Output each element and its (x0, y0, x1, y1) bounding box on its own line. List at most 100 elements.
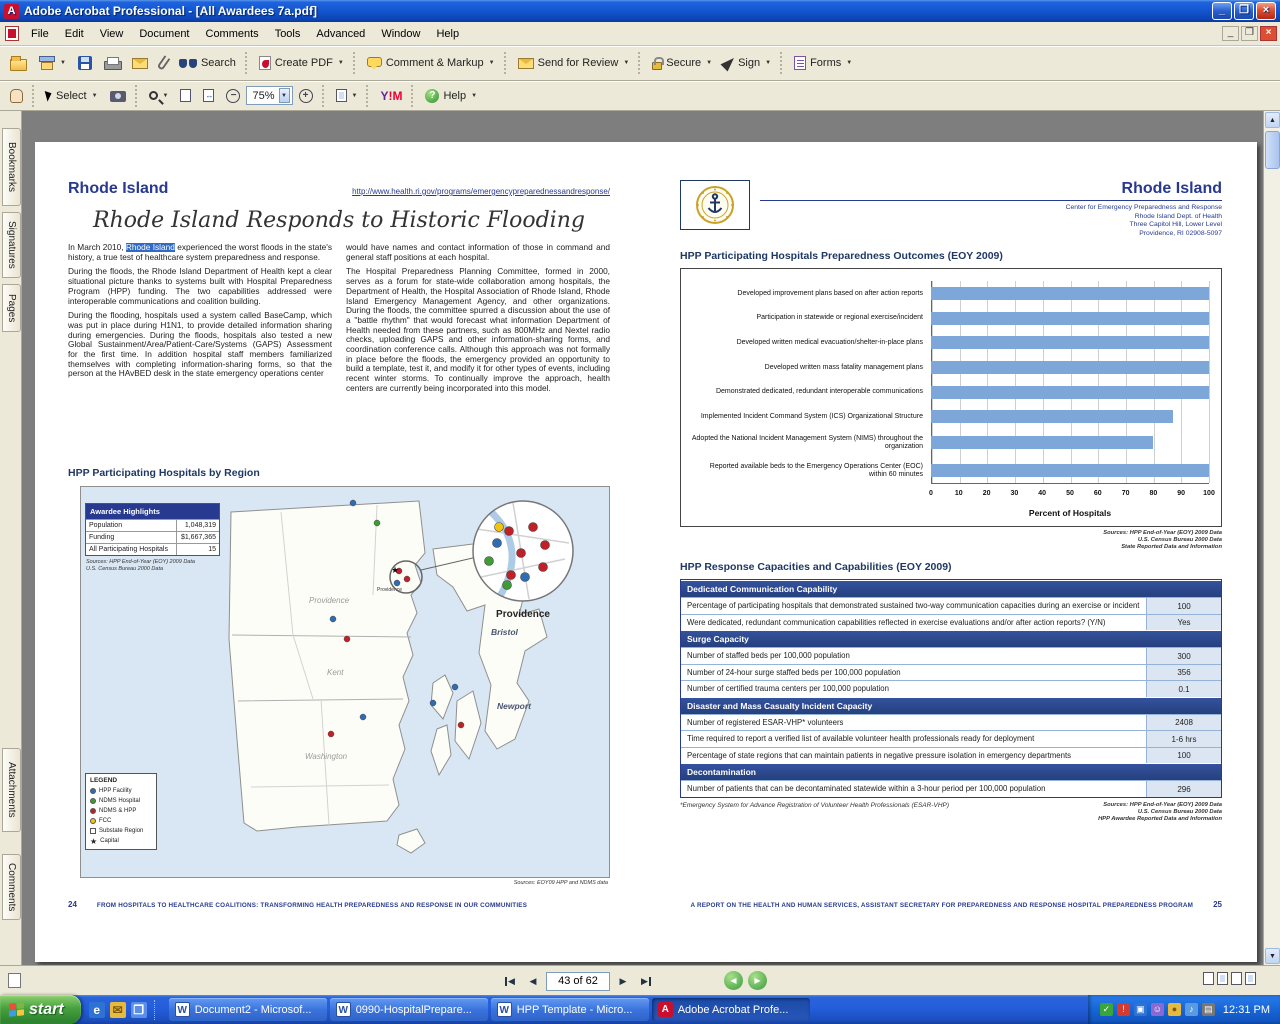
start-button[interactable]: start (0, 995, 81, 1024)
actual-size-button[interactable] (174, 85, 197, 106)
menu-comments[interactable]: Comments (198, 24, 267, 44)
help-button[interactable]: ?Help▼ (419, 85, 483, 107)
sidebar-tab-pages[interactable]: Pages (2, 284, 21, 332)
previous-page-button[interactable]: ◀ (523, 971, 543, 991)
secure-button[interactable]: Secure▼ (646, 53, 718, 74)
quicklaunch-ie-icon[interactable]: e (89, 1002, 105, 1018)
article-column-1: In March 2010, Rhode Island experienced … (68, 243, 332, 455)
chart-rows: Developed improvement plans based on aft… (691, 281, 1209, 484)
menu-window[interactable]: Window (373, 24, 428, 44)
workspace: Bookmarks Signatures Pages Attachments Comme… (0, 111, 1280, 965)
next-view-button[interactable]: ▶ (748, 971, 767, 990)
snapshot-button[interactable] (104, 85, 132, 106)
menu-items: FileEditViewDocumentCommentsToolsAdvance… (23, 24, 1222, 44)
taskbar-window[interactable]: W0990-HospitalPrepare... (330, 998, 488, 1021)
comment-markup-button[interactable]: Comment & Markup▼ (361, 53, 501, 73)
table-row: Percentage of state regions that can mai… (681, 747, 1221, 764)
zoom-level-combo[interactable]: 75% ▼ (246, 86, 292, 105)
table-row-value: 0.1 (1146, 681, 1221, 697)
tray-icon-volume[interactable]: ♪ (1185, 1003, 1198, 1016)
email-button[interactable] (126, 54, 154, 73)
taskbar-window[interactable]: AAdobe Acrobat Profe... (652, 998, 810, 1021)
pdf-document-icon[interactable] (5, 26, 19, 41)
tray-icon-shield[interactable]: ✓ (1100, 1003, 1113, 1016)
menu-help[interactable]: Help (428, 24, 467, 44)
taskbar-window[interactable]: WHPP Template - Micro... (491, 998, 649, 1021)
table-row-value: 100 (1146, 748, 1221, 764)
scrollbar-thumb[interactable] (1265, 131, 1280, 169)
zoom-in-button[interactable]: + (293, 85, 319, 107)
continuous-facing-button[interactable] (1245, 972, 1256, 985)
search-button[interactable]: Search (173, 53, 242, 73)
quicklaunch-mail-icon[interactable]: ✉ (110, 1002, 126, 1018)
facing-pages-button[interactable] (1231, 972, 1242, 985)
tray-icon-update[interactable]: ● (1168, 1003, 1181, 1016)
mdi-minimize-button[interactable]: _ (1222, 26, 1239, 41)
sidebar-tab-bookmarks[interactable]: Bookmarks (2, 128, 21, 206)
zoom-tool-button[interactable]: ▼ (143, 87, 175, 104)
menu-advanced[interactable]: Advanced (308, 24, 373, 44)
menu-tools[interactable]: Tools (267, 24, 309, 44)
yahoo-messenger-button[interactable]: Y!M (374, 85, 408, 107)
health-dept-url-link[interactable]: http://www.health.ri.gov/programs/emerge… (168, 187, 610, 198)
tray-icon-network[interactable]: ▣ (1134, 1003, 1147, 1016)
send-for-review-button[interactable]: Send for Review▼ (512, 53, 636, 73)
menu-file[interactable]: File (23, 24, 57, 44)
quick-launch: e ✉ ❐ (81, 995, 166, 1024)
mdi-close-button[interactable]: × (1260, 26, 1277, 41)
taskbar-window[interactable]: WDocument2 - Microsof... (169, 998, 327, 1021)
magnifier-icon (149, 91, 158, 100)
open-button[interactable] (4, 52, 33, 75)
awardee-row: Population1,048,319 (86, 519, 219, 531)
zoom-dropdown-icon[interactable]: ▼ (279, 88, 290, 103)
vertical-scrollbar[interactable]: ▲ ▼ (1263, 111, 1280, 965)
quicklaunch-show-desktop-icon[interactable]: ❐ (131, 1002, 147, 1018)
menu-document[interactable]: Document (131, 24, 197, 44)
save-button[interactable] (72, 52, 98, 74)
awardee-highlights-box: Awardee Highlights Population1,048,319Fu… (85, 503, 220, 556)
create-pdf-button[interactable]: Create PDF▼ (253, 52, 350, 74)
tray-icon-alert[interactable]: ! (1117, 1003, 1130, 1016)
page-indicator[interactable]: 43 of 62 (546, 972, 610, 991)
zoom-out-button[interactable]: − (220, 85, 246, 107)
menu-edit[interactable]: Edit (57, 24, 92, 44)
page-number: 24 (68, 900, 77, 909)
print-button[interactable] (98, 53, 126, 74)
article-body: In March 2010, Rhode Island experienced … (68, 243, 610, 455)
menu-view[interactable]: View (92, 24, 132, 44)
organizer-button[interactable]: ▼ (33, 52, 72, 74)
scroll-up-button[interactable]: ▲ (1265, 112, 1280, 128)
minimize-button[interactable]: _ (1212, 2, 1232, 20)
header-rule (760, 200, 1222, 201)
fit-width-button[interactable] (197, 85, 220, 106)
restore-button[interactable]: ❐ (1234, 2, 1254, 20)
capacities-table-heading: HPP Response Capacities and Capabilities… (680, 561, 1222, 573)
select-tool-button[interactable]: Select▼ (40, 86, 104, 106)
tray-icon-display[interactable]: ▤ (1202, 1003, 1215, 1016)
chart-heading: HPP Participating Hospitals Preparedness… (680, 250, 1222, 262)
chart-x-axis-label: Percent of Hospitals (931, 508, 1209, 518)
attach-button[interactable] (154, 52, 173, 74)
chart-tick-label: 100 (1203, 490, 1215, 497)
last-page-button[interactable]: ▶ (636, 971, 656, 991)
sidebar-tab-signatures[interactable]: Signatures (2, 212, 21, 278)
sidebar-tab-comments[interactable]: Comments (2, 854, 21, 920)
chart-row: Developed written mass fatality manageme… (691, 361, 1209, 374)
page-number: 25 (1213, 900, 1222, 909)
page-display-button[interactable]: ▼ (330, 85, 364, 106)
mdi-restore-button[interactable]: ❐ (1241, 26, 1258, 41)
close-button[interactable]: × (1256, 2, 1276, 20)
continuous-page-button[interactable] (1217, 972, 1228, 985)
next-page-button[interactable]: ▶ (613, 971, 633, 991)
forms-button[interactable]: Forms▼ (788, 52, 858, 74)
previous-view-button[interactable]: ◀ (724, 971, 743, 990)
zoom-level-value: 75% (252, 90, 274, 102)
single-page-button[interactable] (1203, 972, 1214, 985)
tray-icon-messenger[interactable]: ☺ (1151, 1003, 1164, 1016)
sidebar-tab-attachments[interactable]: Attachments (2, 748, 21, 832)
first-page-button[interactable]: ◀ (500, 971, 520, 991)
scroll-down-button[interactable]: ▼ (1265, 948, 1280, 964)
sign-button[interactable]: Sign▼ (718, 52, 777, 74)
hand-tool-button[interactable] (4, 85, 29, 107)
chart-row: Developed improvement plans based on aft… (691, 287, 1209, 300)
